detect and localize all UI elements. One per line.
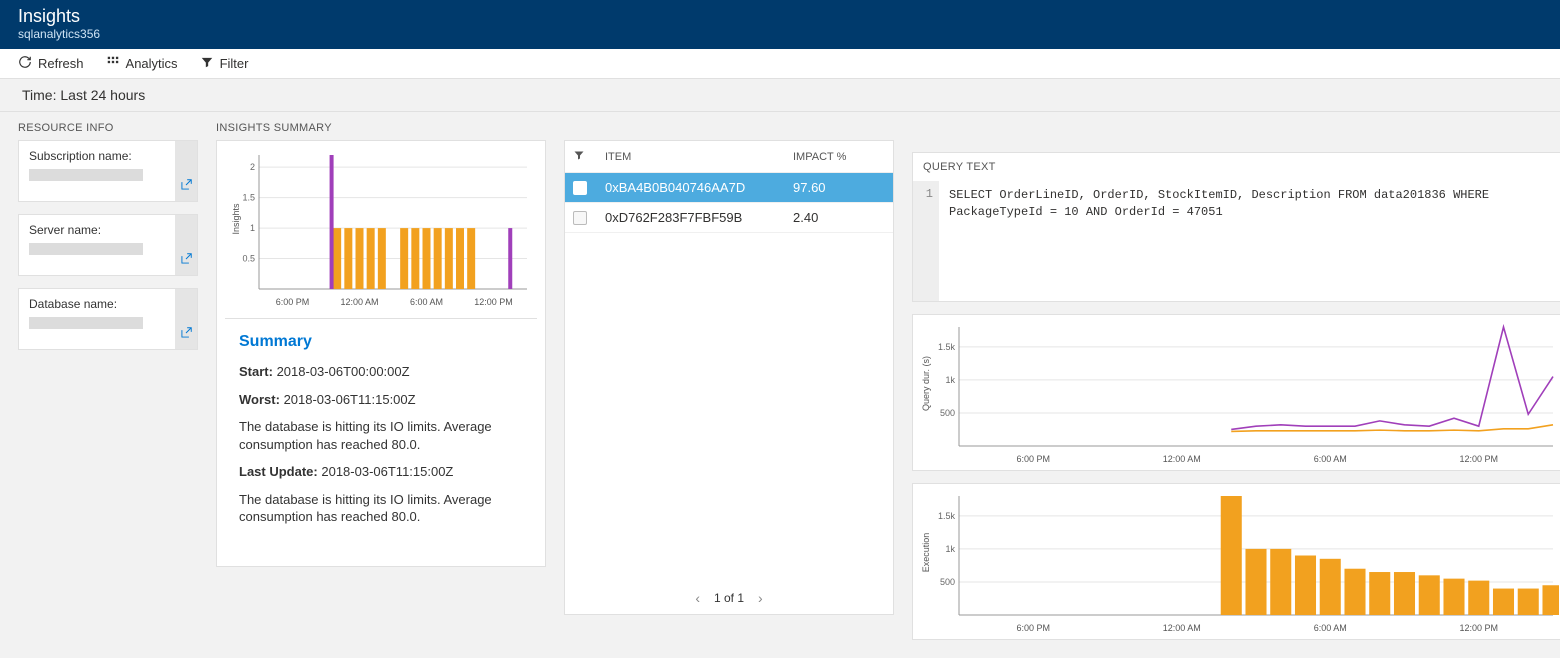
insights-summary-card: 0.5 1 1.5 2 6:00 PM 12:00 AM 6:00 AM 12:00 PM In…: [216, 140, 546, 567]
pager-next-button[interactable]: ›: [758, 590, 763, 606]
code-area: 1 SELECT OrderLineID, OrderID, StockItem…: [913, 181, 1560, 301]
query-text-title: QUERY TEXT: [913, 153, 1560, 181]
subscription-value-placeholder: [29, 169, 143, 181]
item-row[interactable]: 0xBA4B0B040746AA7D97.60: [565, 173, 893, 203]
svg-text:12:00 PM: 12:00 PM: [1459, 454, 1498, 464]
worst-value: 2018-03-06T11:15:00Z: [284, 392, 416, 407]
query-duration-chart: 500 1k 1.5k 6:00 PM 12:00 AM 6:00 AM 12:00 PM Q…: [912, 314, 1560, 471]
analytics-icon: [106, 55, 120, 72]
svg-text:1k: 1k: [945, 544, 955, 554]
filter-button[interactable]: Filter: [200, 55, 249, 72]
time-range-label: Time: Last 24 hours: [0, 79, 1560, 112]
database-label: Database name:: [29, 297, 187, 311]
svg-text:12:00 AM: 12:00 AM: [340, 297, 378, 307]
svg-text:1.5k: 1.5k: [938, 511, 956, 521]
code-gutter: 1: [913, 181, 939, 301]
item-impact: 2.40: [793, 210, 873, 225]
refresh-button[interactable]: Refresh: [18, 55, 84, 72]
last-update-label: Last Update:: [239, 464, 318, 479]
toolbar: Refresh Analytics Filter: [0, 49, 1560, 79]
items-header: ITEM IMPACT %: [565, 141, 893, 173]
page-header: Insights sqlanalytics356: [0, 0, 1560, 49]
filter-label: Filter: [220, 56, 249, 71]
svg-text:0.5: 0.5: [242, 254, 255, 264]
query-text-card: QUERY TEXT 1 SELECT OrderLineID, OrderID…: [912, 152, 1560, 302]
subscription-card: Subscription name:: [18, 140, 198, 202]
server-label: Server name:: [29, 223, 187, 237]
database-open-button[interactable]: [175, 289, 197, 349]
insights-bar-chart: 0.5 1 1.5 2 6:00 PM 12:00 AM 6:00 AM 12:00 PM In…: [229, 149, 533, 312]
svg-text:Insights: Insights: [231, 203, 241, 235]
insights-summary-title: INSIGHTS SUMMARY: [216, 122, 546, 134]
svg-text:500: 500: [940, 408, 955, 418]
subscription-label: Subscription name:: [29, 149, 187, 163]
refresh-label: Refresh: [38, 56, 84, 71]
items-column: ITEM IMPACT % 0xBA4B0B040746AA7D97.600xD…: [564, 122, 894, 615]
svg-text:1: 1: [250, 223, 255, 233]
svg-text:6:00 AM: 6:00 AM: [410, 297, 443, 307]
svg-text:12:00 PM: 12:00 PM: [474, 297, 513, 307]
svg-text:Query dur. (s): Query dur. (s): [921, 356, 931, 411]
summary-heading: Summary: [239, 333, 523, 351]
database-value-placeholder: [29, 317, 143, 329]
open-external-icon: [179, 252, 193, 269]
sql-code[interactable]: SELECT OrderLineID, OrderID, StockItemID…: [939, 181, 1560, 301]
start-value: 2018-03-06T00:00:00Z: [277, 364, 410, 379]
resource-info-column: RESOURCE INFO Subscription name: Server …: [18, 122, 198, 362]
items-pager: ‹ 1 of 1 ›: [565, 582, 893, 614]
pager-label: 1 of 1: [714, 591, 744, 605]
svg-text:6:00 PM: 6:00 PM: [1016, 454, 1050, 464]
summary-body-2: The database is hitting its IO limits. A…: [239, 491, 523, 526]
svg-text:2: 2: [250, 162, 255, 172]
page-title: Insights: [18, 6, 1542, 27]
item-impact: 97.60: [793, 180, 873, 195]
last-update-value: 2018-03-06T11:15:00Z: [321, 464, 453, 479]
svg-text:6:00 AM: 6:00 AM: [1314, 454, 1347, 464]
svg-text:12:00 AM: 12:00 AM: [1163, 454, 1201, 464]
open-external-icon: [179, 178, 193, 195]
query-column: QUERY TEXT 1 SELECT OrderLineID, OrderID…: [912, 122, 1560, 640]
subscription-open-button[interactable]: [175, 141, 197, 201]
item-type-icon: [573, 211, 587, 225]
start-label: Start:: [239, 364, 273, 379]
item-type-icon: [573, 181, 587, 195]
svg-text:6:00 AM: 6:00 AM: [1314, 623, 1347, 633]
item-row[interactable]: 0xD762F283F7FBF59B2.40: [565, 203, 893, 233]
item-id: 0xD762F283F7FBF59B: [605, 210, 793, 225]
svg-text:12:00 AM: 12:00 AM: [1163, 623, 1201, 633]
open-external-icon: [179, 326, 193, 343]
svg-text:Execution: Execution: [921, 533, 931, 573]
svg-text:1.5k: 1.5k: [938, 342, 956, 352]
svg-text:1k: 1k: [945, 375, 955, 385]
resource-info-title: RESOURCE INFO: [18, 122, 198, 134]
refresh-icon: [18, 55, 32, 72]
server-open-button[interactable]: [175, 215, 197, 275]
svg-text:1.5: 1.5: [242, 193, 255, 203]
server-value-placeholder: [29, 243, 143, 255]
summary-block: Summary Start: 2018-03-06T00:00:00Z Wors…: [225, 318, 537, 554]
svg-text:500: 500: [940, 577, 955, 587]
items-col-impact: IMPACT %: [793, 151, 873, 163]
summary-body-1: The database is hitting its IO limits. A…: [239, 418, 523, 453]
pager-prev-button[interactable]: ‹: [695, 590, 700, 606]
insights-summary-column: INSIGHTS SUMMARY 0.5 1 1.5 2 6:00 PM 12:00 AM…: [216, 122, 546, 567]
filter-icon[interactable]: [573, 149, 605, 164]
svg-text:6:00 PM: 6:00 PM: [1016, 623, 1050, 633]
items-col-item: ITEM: [605, 151, 793, 163]
items-card: ITEM IMPACT % 0xBA4B0B040746AA7D97.600xD…: [564, 140, 894, 615]
item-id: 0xBA4B0B040746AA7D: [605, 180, 793, 195]
analytics-button[interactable]: Analytics: [106, 55, 178, 72]
worst-label: Worst:: [239, 392, 280, 407]
execution-chart: 500 1k 1.5k 6:00 PM 12:00 AM 6:00 AM 12:00 PM E…: [912, 483, 1560, 640]
svg-text:12:00 PM: 12:00 PM: [1459, 623, 1498, 633]
database-card: Database name:: [18, 288, 198, 350]
page-subtitle: sqlanalytics356: [18, 27, 1542, 41]
server-card: Server name:: [18, 214, 198, 276]
filter-icon: [200, 55, 214, 72]
analytics-label: Analytics: [126, 56, 178, 71]
svg-text:6:00 PM: 6:00 PM: [276, 297, 310, 307]
